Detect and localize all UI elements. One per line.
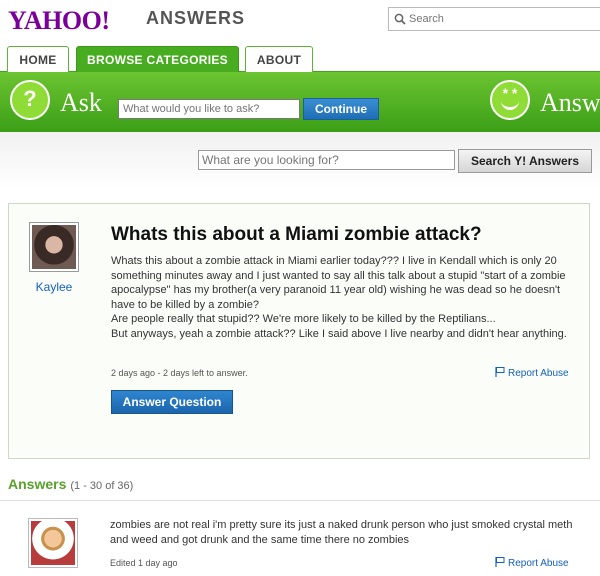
smiley-icon: * *: [490, 80, 530, 120]
answer-timestamp: Edited 1 day ago: [110, 558, 178, 568]
answerer-avatar[interactable]: [28, 518, 78, 568]
answers-count: (1 - 30 of 36): [70, 480, 134, 492]
top-search-box[interactable]: [388, 7, 600, 31]
answers-heading: Answers (1 - 30 of 36): [8, 476, 133, 492]
answers-search-row: Search Y! Answers: [0, 132, 600, 188]
tab-home[interactable]: HOME: [7, 46, 69, 73]
flag-icon: [495, 367, 505, 377]
answers-heading-label: Answers: [8, 476, 67, 492]
question-mark-icon: ?: [10, 80, 50, 120]
answer-report-abuse-link[interactable]: Report Abuse: [495, 557, 569, 569]
question-paragraph: But anyways, yeah a zombie attack?? Like…: [111, 327, 567, 340]
answer-label: Answer: [540, 88, 600, 117]
nav-tabs: HOME BROWSE CATEGORIES ABOUT: [0, 44, 600, 73]
ask-question-input[interactable]: [118, 99, 300, 119]
search-answers-button[interactable]: Search Y! Answers: [458, 149, 592, 173]
question-paragraph: Are people really that stupid?? We're mo…: [111, 313, 496, 325]
top-search-input[interactable]: [409, 10, 599, 28]
asker-name[interactable]: Kaylee: [23, 280, 85, 294]
answer-body: zombies are not real i'm pretty sure its…: [110, 519, 573, 546]
tab-browse-categories[interactable]: BROWSE CATEGORIES: [76, 46, 239, 73]
ask-label: Ask: [60, 88, 102, 117]
divider: [0, 500, 600, 501]
yahoo-logo[interactable]: YAHOO!: [8, 6, 110, 36]
asker-avatar[interactable]: [29, 222, 79, 272]
question-timestamp: 2 days ago - 2 days left to answer.: [111, 368, 248, 378]
ask-bar: ? Ask Continue * * Answer: [0, 72, 600, 132]
report-abuse-label[interactable]: Report Abuse: [508, 558, 569, 569]
page-header: YAHOO! ANSWERS: [0, 0, 600, 44]
report-abuse-link[interactable]: Report Abuse: [495, 367, 569, 379]
continue-button[interactable]: Continue: [303, 98, 379, 120]
question-panel: Kaylee Whats this about a Miami zombie a…: [8, 203, 590, 459]
question-title: Whats this about a Miami zombie attack?: [111, 224, 482, 245]
search-icon: [394, 13, 406, 25]
report-abuse-label[interactable]: Report Abuse: [508, 368, 569, 379]
flag-icon: [495, 557, 505, 567]
answers-logo-text[interactable]: ANSWERS: [146, 8, 245, 29]
tab-about[interactable]: ABOUT: [245, 46, 313, 73]
answers-search-input[interactable]: [198, 150, 455, 170]
question-paragraph: Whats this about a zombie attack in Miam…: [111, 255, 566, 311]
question-body: Whats this about a zombie attack in Miam…: [111, 254, 577, 341]
answer-question-button[interactable]: Answer Question: [111, 390, 233, 414]
